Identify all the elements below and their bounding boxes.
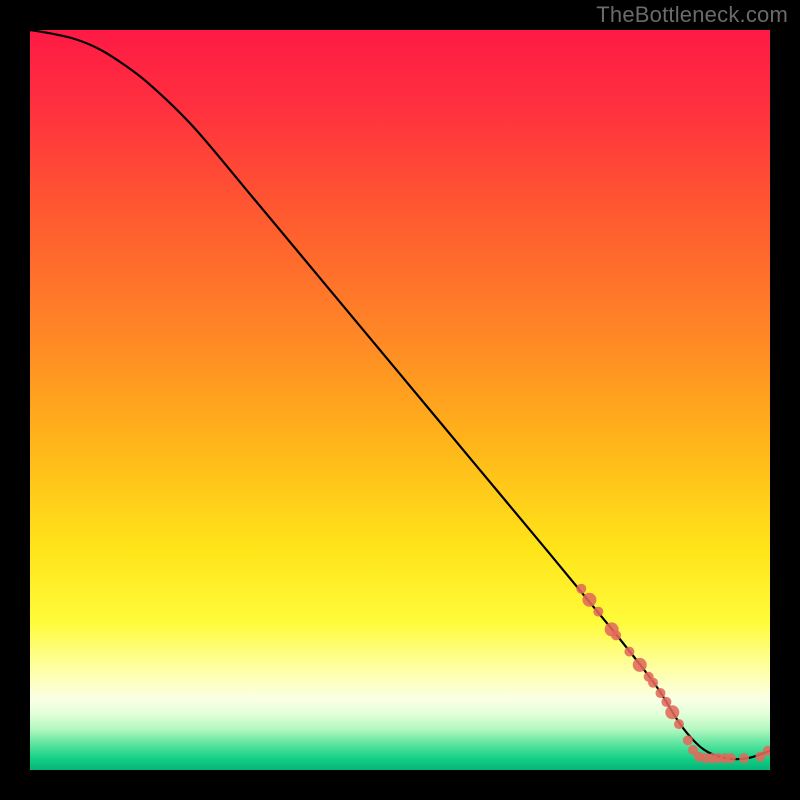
plot-area xyxy=(30,30,770,770)
highlight-point xyxy=(726,753,736,763)
highlight-point xyxy=(582,593,596,607)
highlight-point xyxy=(655,688,665,698)
highlight-point xyxy=(661,697,671,707)
watermark-text: TheBottleneck.com xyxy=(596,2,788,28)
highlight-point xyxy=(665,705,679,719)
highlight-point xyxy=(648,678,658,688)
highlight-point xyxy=(683,735,693,745)
chart-svg xyxy=(30,30,770,770)
highlight-point xyxy=(611,630,621,640)
highlight-point xyxy=(739,753,749,763)
highlight-point xyxy=(674,719,684,729)
highlight-point xyxy=(576,584,586,594)
chart-frame: TheBottleneck.com xyxy=(0,0,800,800)
highlight-point xyxy=(624,647,634,657)
highlight-point xyxy=(633,658,647,672)
gradient-background xyxy=(30,30,770,770)
highlight-point xyxy=(593,607,603,617)
